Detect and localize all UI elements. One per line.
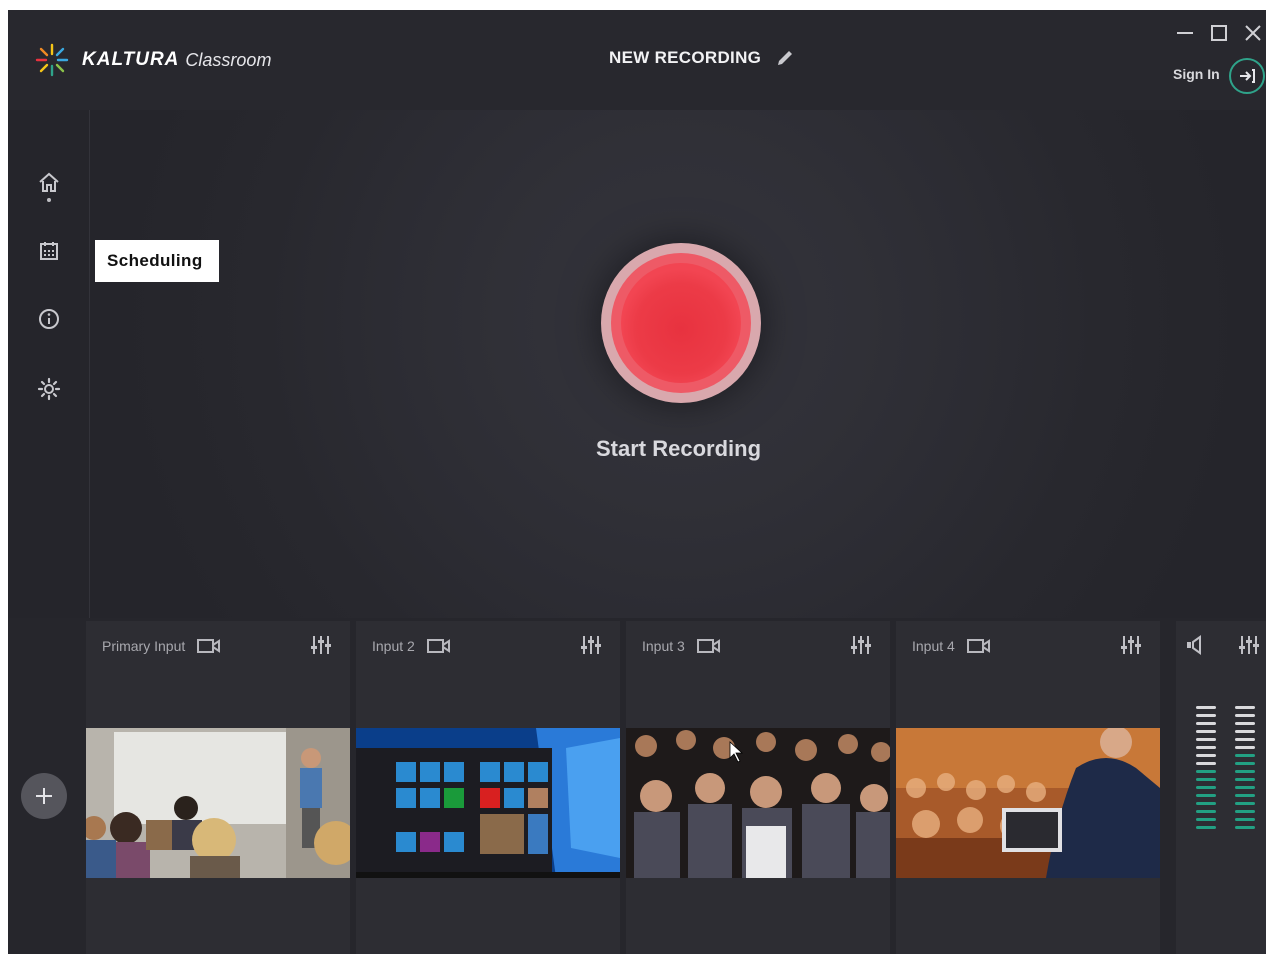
meter-segment [1235, 754, 1255, 757]
recording-title[interactable]: NEW RECORDING [609, 48, 761, 68]
mixer-settings-icon[interactable] [1120, 635, 1142, 655]
meter-segment [1196, 826, 1216, 829]
audio-mixer-icon[interactable] [1238, 635, 1260, 655]
sidebar-item-info[interactable] [34, 304, 64, 334]
meter-segment [1235, 714, 1255, 717]
meter-segment [1235, 770, 1255, 773]
meter-segment [1196, 730, 1216, 733]
gear-icon [37, 377, 61, 401]
input-preview-desktop [356, 728, 620, 878]
input-card-4[interactable]: Input 4 [896, 621, 1160, 954]
app-logo: KALTURA Classroom [34, 42, 271, 78]
active-indicator-dot [47, 198, 51, 202]
meter-segment [1235, 722, 1255, 725]
meter-segment [1196, 786, 1216, 789]
sign-in-link[interactable]: Sign In [1173, 66, 1220, 82]
input-header: Input 2 [372, 638, 451, 654]
inputs-tray: Primary Input Input 2 Input 3 Input 4 [8, 618, 1266, 954]
brand-name: KALTURA [82, 49, 180, 70]
mixer-settings-icon[interactable] [310, 635, 332, 655]
sidebar-item-scheduling[interactable] [34, 236, 64, 266]
close-icon [1245, 25, 1261, 41]
input-header: Input 4 [912, 638, 991, 654]
product-name: Classroom [185, 49, 272, 70]
recording-title-area[interactable]: NEW RECORDING [609, 48, 795, 68]
sign-in-button[interactable] [1229, 58, 1265, 94]
header-bar: KALTURA Classroom NEW RECORDING Sign In [8, 10, 1266, 110]
meter-segment [1196, 738, 1216, 741]
sign-in-arrow-icon [1240, 69, 1255, 83]
maximize-button[interactable] [1208, 22, 1230, 44]
meter-segment [1196, 794, 1216, 797]
meter-segment [1196, 810, 1216, 813]
meter-segment [1196, 818, 1216, 821]
info-icon [39, 309, 59, 329]
start-recording-label[interactable]: Start Recording [91, 436, 1266, 462]
start-recording-button[interactable] [621, 263, 741, 383]
audio-panel [1176, 621, 1266, 954]
kaltura-star-icon [35, 43, 69, 77]
meter-segment [1235, 746, 1255, 749]
camera-icon[interactable] [696, 638, 721, 654]
meter-segment [1235, 818, 1255, 821]
input-preview-audience [626, 728, 890, 878]
mixer-settings-icon[interactable] [850, 635, 872, 655]
meter-segment [1196, 770, 1216, 773]
meter-segment [1196, 754, 1216, 757]
recording-stage: Start Recording [91, 110, 1266, 618]
meter-segment [1235, 762, 1255, 765]
audio-meter-left [1196, 706, 1216, 834]
add-input-button[interactable] [21, 773, 67, 819]
audio-meter-right [1235, 706, 1255, 834]
camera-icon[interactable] [426, 638, 451, 654]
meter-segment [1196, 706, 1216, 709]
input-label: Input 3 [642, 638, 685, 654]
calendar-icon [40, 242, 58, 260]
camera-icon[interactable] [197, 638, 221, 654]
input-label: Primary Input [102, 638, 186, 654]
meter-segment [1196, 778, 1216, 781]
input-header: Primary Input [102, 638, 221, 654]
maximize-icon [1211, 25, 1227, 41]
input-label: Input 4 [912, 638, 955, 654]
meter-segment [1235, 802, 1255, 805]
home-icon [39, 172, 59, 192]
input-preview-conference [896, 728, 1160, 878]
input-card-3[interactable]: Input 3 [626, 621, 890, 954]
input-card-2[interactable]: Input 2 [356, 621, 620, 954]
meter-segment [1235, 778, 1255, 781]
meter-segment [1196, 746, 1216, 749]
mixer-settings-icon[interactable] [580, 635, 602, 655]
meter-segment [1235, 738, 1255, 741]
meter-segment [1196, 762, 1216, 765]
sidebar-item-settings[interactable] [34, 374, 64, 404]
input-card-primary[interactable]: Primary Input [86, 621, 350, 954]
kaltura-classroom-window: KALTURA Classroom NEW RECORDING Sign In [8, 10, 1266, 954]
meter-segment [1196, 722, 1216, 725]
meter-segment [1235, 730, 1255, 733]
meter-segment [1235, 810, 1255, 813]
input-preview-classroom [86, 728, 350, 878]
meter-segment [1235, 826, 1255, 829]
meter-segment [1196, 714, 1216, 717]
plus-icon [36, 788, 52, 804]
input-header: Input 3 [642, 638, 721, 654]
meter-segment [1196, 802, 1216, 805]
meter-segment [1235, 706, 1255, 709]
speaker-icon[interactable] [1186, 635, 1208, 655]
close-button[interactable] [1242, 22, 1264, 44]
scheduling-tooltip: Scheduling [95, 240, 219, 282]
camera-icon[interactable] [966, 638, 991, 654]
minimize-button[interactable] [1174, 22, 1196, 44]
input-label: Input 2 [372, 638, 415, 654]
meter-segment [1235, 786, 1255, 789]
sidebar-item-home[interactable] [34, 168, 64, 198]
sidebar-nav [8, 110, 90, 618]
meter-segment [1235, 794, 1255, 797]
edit-pencil-icon[interactable] [775, 48, 795, 68]
minimize-icon [1177, 32, 1193, 34]
